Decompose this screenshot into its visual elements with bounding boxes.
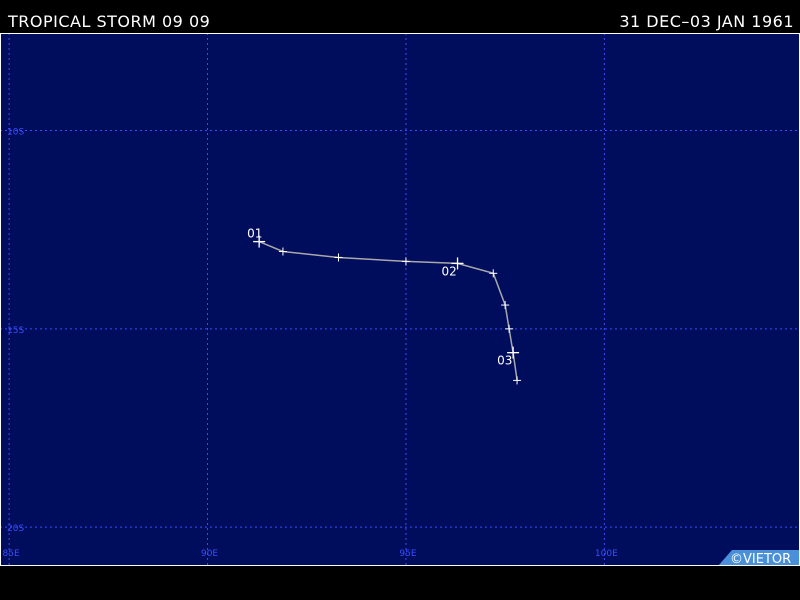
credit-text: ©VIETOR <box>730 552 791 566</box>
map-ocean-background <box>0 33 800 566</box>
day-label: 02 <box>442 264 457 278</box>
lon-label: 100E <box>595 549 618 559</box>
date-range: 31 DEC–03 JAN 1961 <box>619 12 794 31</box>
lat-label: 20S <box>7 524 24 534</box>
lat-label: 10S <box>7 128 24 138</box>
storm-track-map: 85E 90E 95E 100E 10S 15S 20S 01 02 03 ©V… <box>0 33 800 566</box>
credit-badge: ©VIETOR <box>718 550 800 566</box>
lon-label: 90E <box>201 549 218 559</box>
day-label: 03 <box>497 354 512 368</box>
day-label: 01 <box>247 227 262 241</box>
lon-label: 85E <box>3 549 20 559</box>
storm-title: TROPICAL STORM 09 09 <box>8 12 211 31</box>
lat-label: 15S <box>7 326 24 336</box>
lon-label: 95E <box>399 549 416 559</box>
